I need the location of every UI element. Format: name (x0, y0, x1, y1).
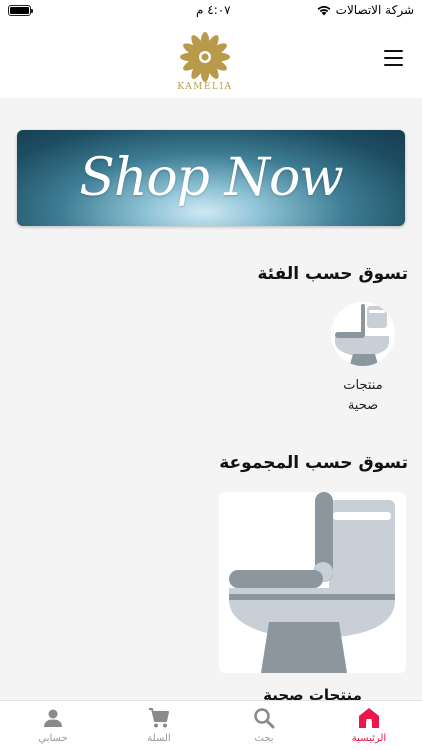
nav-label: بحث (254, 733, 274, 744)
shop-now-banner[interactable]: Shop Now (17, 130, 405, 226)
collection-section-title: تسوق حسب المجموعة (219, 453, 408, 473)
home-icon (359, 708, 379, 728)
nav-item-account[interactable]: حسابي (18, 706, 88, 744)
battery-icon (8, 5, 33, 16)
app-header: KAMELIA (0, 22, 422, 98)
nav-label: السلة (147, 733, 171, 744)
toilet-icon (229, 492, 395, 673)
search-icon (254, 708, 275, 729)
category-item-sanitary[interactable]: منتجات صحية (326, 302, 400, 416)
status-time: ٤:٠٧ م (196, 3, 231, 17)
person-icon (44, 709, 62, 727)
status-carrier: شركة الاتصالات (335, 3, 414, 17)
toilet-icon (331, 302, 395, 366)
logo-text: KAMELIA (177, 82, 233, 92)
cart-icon (149, 708, 169, 728)
banner-text: Shop Now (79, 148, 344, 208)
collection-card-sanitary[interactable] (219, 492, 406, 673)
wifi-icon (317, 6, 331, 16)
category-section-title: تسوق حسب الفئة (257, 264, 408, 284)
nav-label: الرئيسية (351, 733, 387, 744)
nav-item-cart[interactable]: السلة (124, 706, 194, 744)
hamburger-menu-icon[interactable] (384, 50, 404, 66)
nav-item-search[interactable]: بحث (229, 706, 299, 744)
nav-item-home[interactable]: الرئيسية (334, 706, 404, 744)
status-bar: ٤:٠٧ م شركة الاتصالات (0, 0, 422, 22)
bottom-nav: الرئيسية بحث السلة حسابي (0, 700, 422, 750)
nav-label: حسابي (38, 733, 68, 744)
category-label: منتجات صحية (343, 378, 383, 413)
